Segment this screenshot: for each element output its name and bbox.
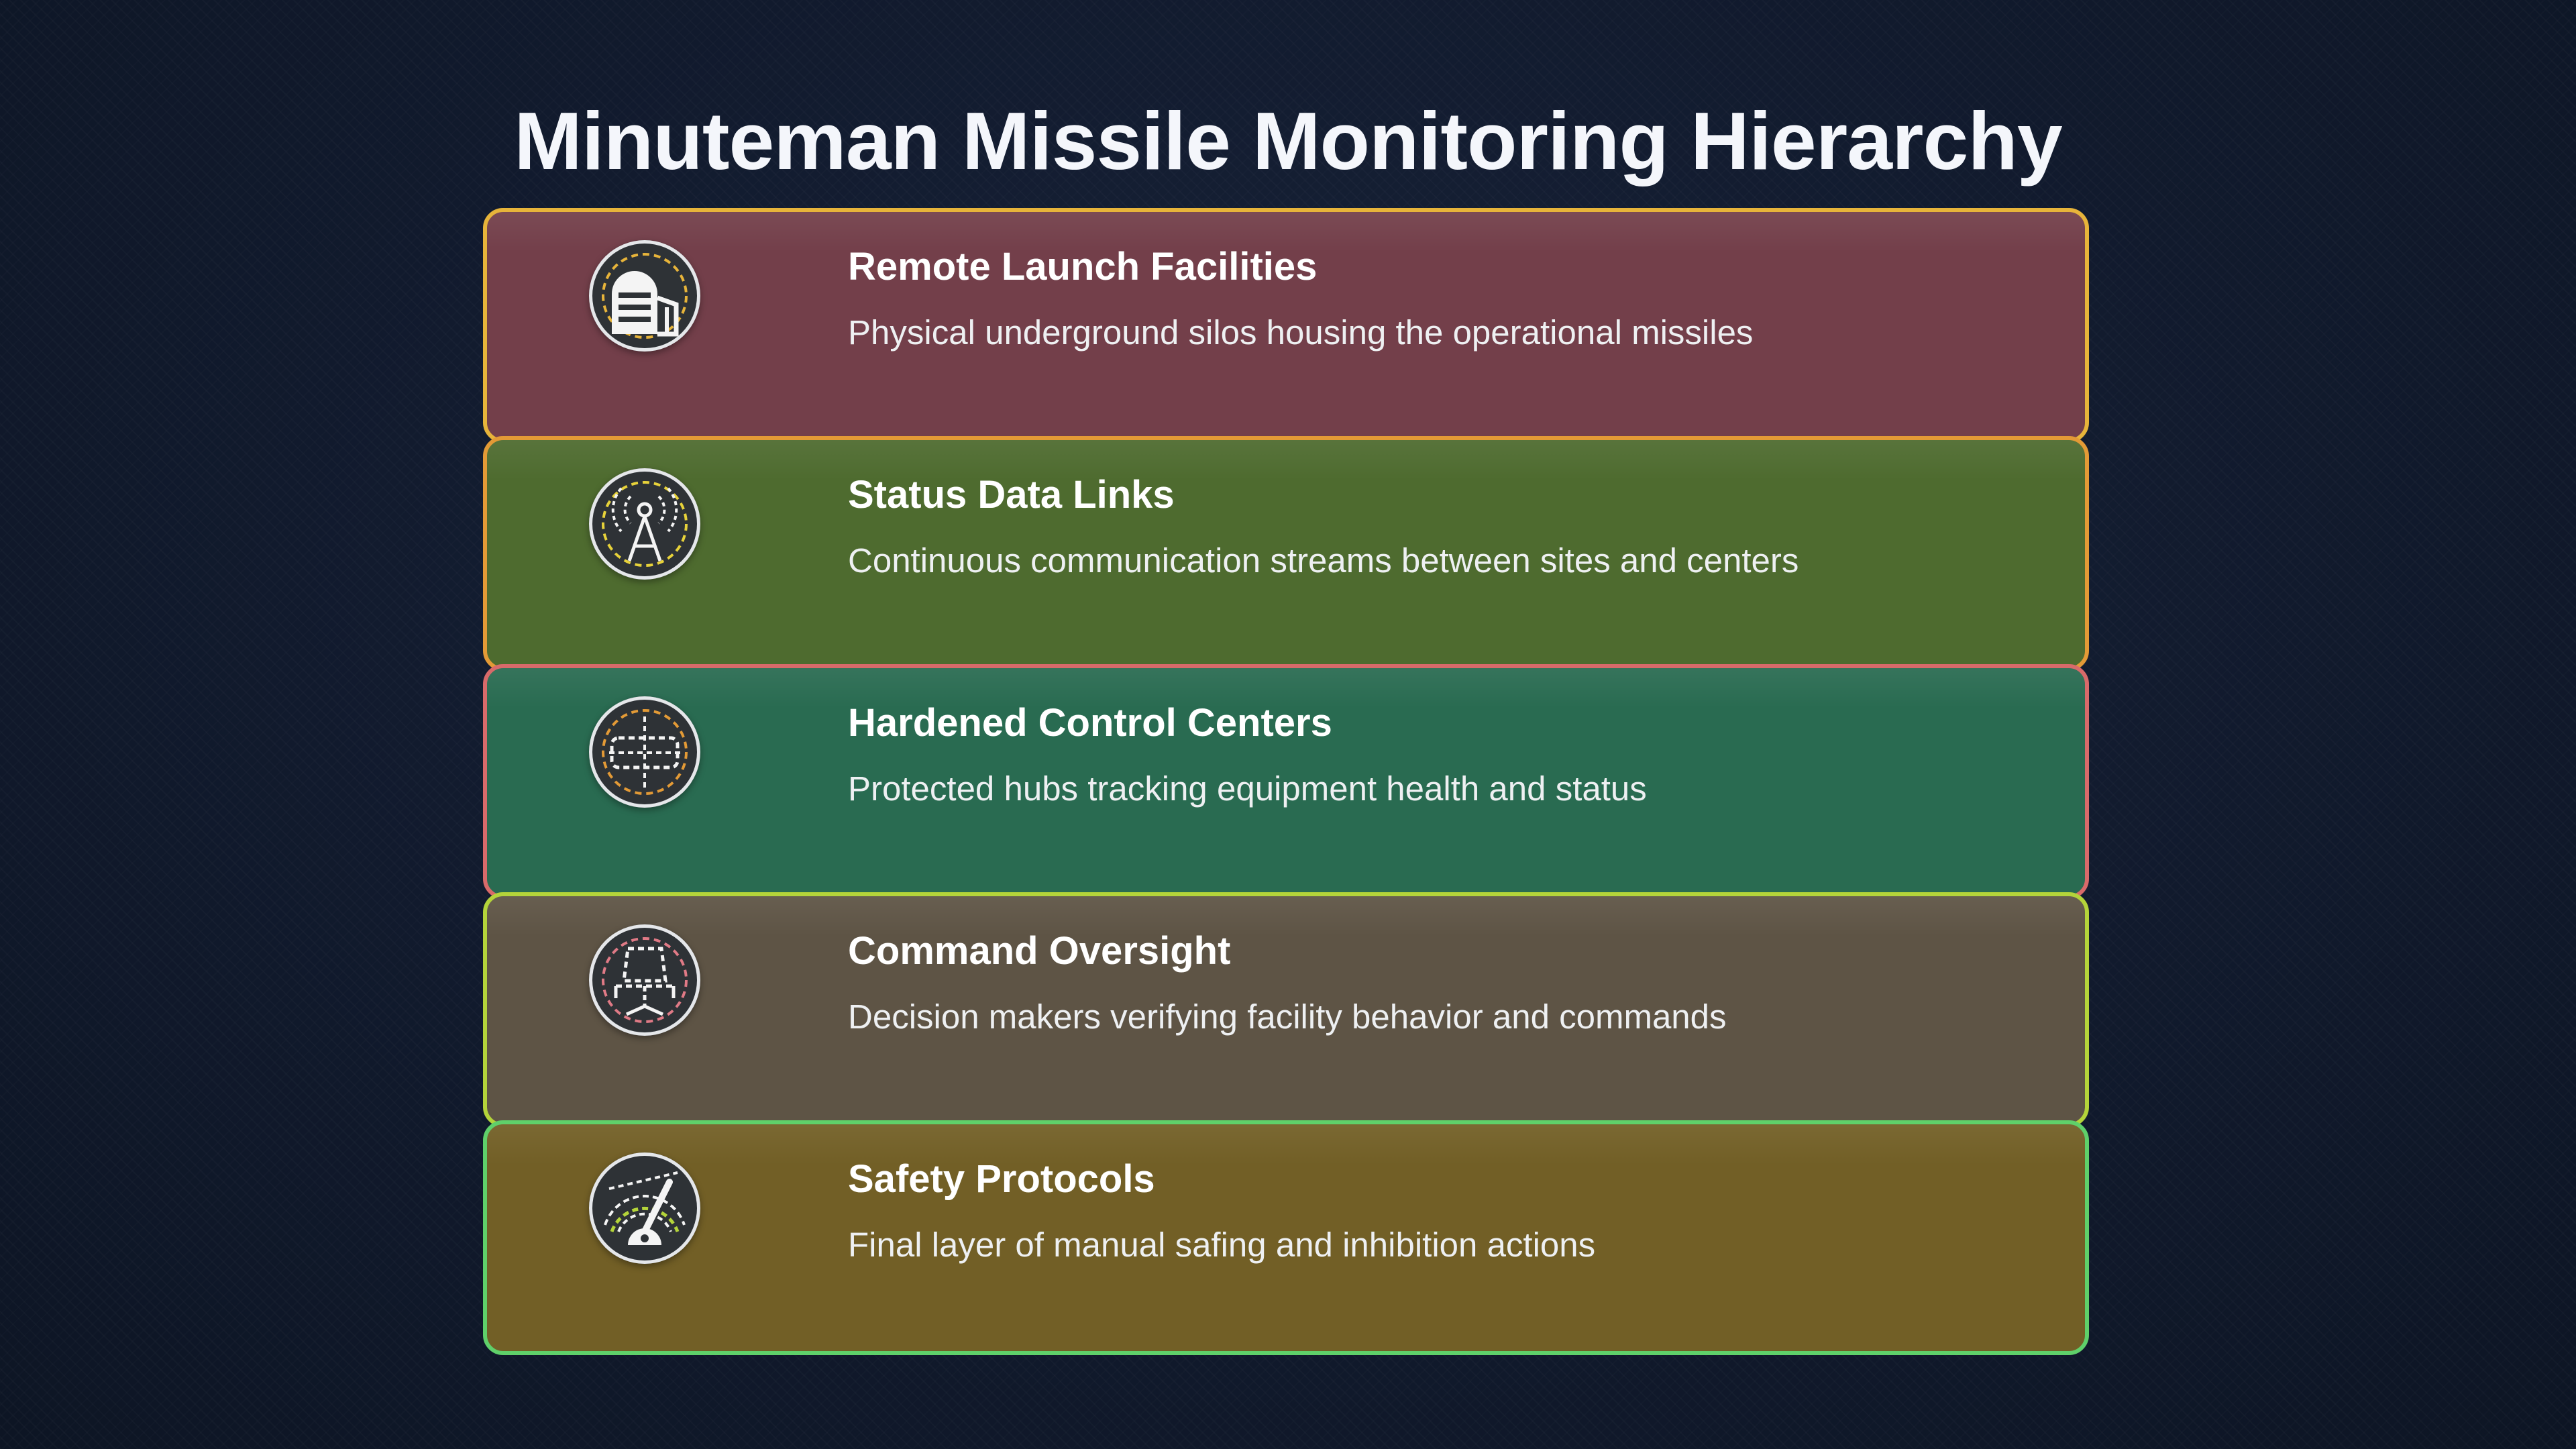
layer-title: Remote Launch Facilities [848,245,1318,288]
layer-description: Final layer of manual safing and inhibit… [848,1226,1596,1264]
layer-shine [487,440,2085,480]
layer-shine [487,896,2085,936]
layer-status-data-links: Status Data Links Continuous communicati… [483,436,2089,671]
layer-safety-protocols: Safety Protocols Final layer of manual s… [483,1120,2089,1355]
silo-icon [589,240,700,352]
safety-gauge-icon [589,1152,700,1264]
layer-title: Status Data Links [848,473,1175,517]
layer-title: Command Oversight [848,929,1231,973]
layer-description: Decision makers verifying facility behav… [848,998,1727,1036]
layer-shine [487,1124,2085,1165]
layer-title: Hardened Control Centers [848,701,1332,745]
layer-description: Physical underground silos housing the o… [848,313,1754,352]
layer-description: Continuous communication streams between… [848,541,1799,580]
layer-command-oversight: Command Oversight Decision makers verify… [483,892,2089,1127]
layer-remote-launch-facilities: Remote Launch Facilities Physical underg… [483,208,2089,443]
layer-hardened-control-centers: Hardened Control Centers Protected hubs … [483,664,2089,899]
page-title: Minuteman Missile Monitoring Hierarchy [514,95,2062,186]
control-center-icon [589,696,700,808]
antenna-tower-icon [589,468,700,580]
layer-title: Safety Protocols [848,1157,1155,1201]
command-chair-icon [589,924,700,1036]
layer-description: Protected hubs tracking equipment health… [848,769,1647,808]
